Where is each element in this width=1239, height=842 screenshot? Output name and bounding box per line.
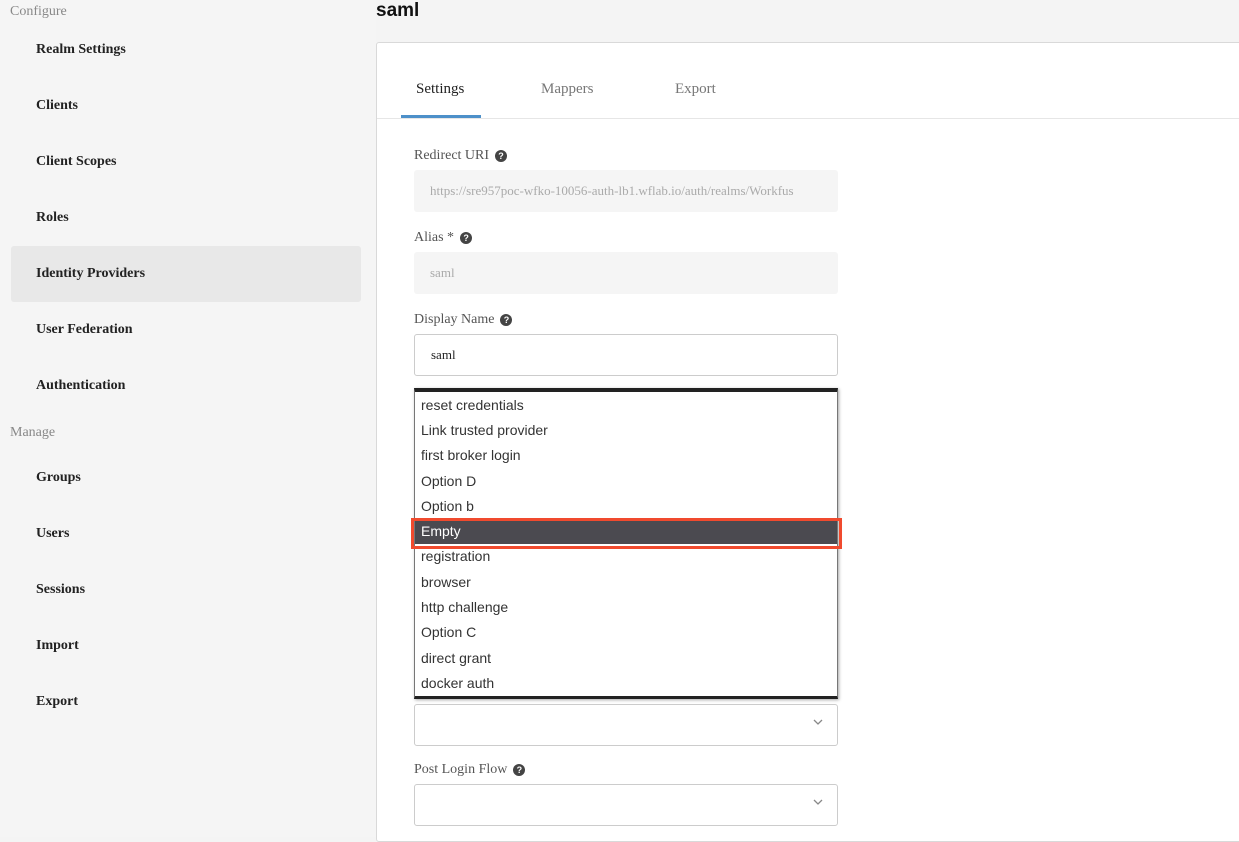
tab-bar: Settings Mappers Export: [377, 43, 1239, 119]
help-icon[interactable]: ?: [495, 150, 508, 162]
section-label-configure: Configure: [10, 4, 67, 19]
sidebar: Configure Realm Settings Clients Client …: [0, 0, 376, 837]
sidebar-item-identity-providers[interactable]: Identity Providers: [11, 246, 361, 302]
display-name-label: Display Name ?: [414, 312, 513, 328]
alias-label: Alias * ?: [414, 230, 473, 246]
sidebar-item-clients[interactable]: Clients: [11, 78, 361, 134]
redirect-uri-label: Redirect URI ?: [414, 148, 508, 164]
sidebar-item-roles[interactable]: Roles: [11, 190, 361, 246]
help-icon[interactable]: ?: [500, 314, 513, 326]
display-name-label-text: Display Name: [414, 312, 495, 327]
chevron-down-icon: [813, 799, 823, 805]
sidebar-item-user-federation[interactable]: User Federation: [11, 302, 361, 358]
post-login-flow-label: Post Login Flow ?: [414, 762, 526, 778]
tab-settings[interactable]: Settings: [416, 81, 464, 98]
help-icon[interactable]: ?: [513, 764, 526, 776]
sidebar-item-export[interactable]: Export: [11, 674, 361, 730]
page-title: saml: [376, 0, 420, 21]
dropdown-option[interactable]: browser: [415, 569, 837, 594]
sidebar-item-realm-settings[interactable]: Realm Settings: [11, 22, 361, 78]
sidebar-item-users[interactable]: Users: [11, 506, 361, 562]
tab-export[interactable]: Export: [675, 81, 716, 98]
redirect-uri-label-text: Redirect URI: [414, 148, 490, 163]
dropdown-option[interactable]: reset credentials: [415, 392, 837, 417]
sidebar-item-groups[interactable]: Groups: [11, 450, 361, 506]
post-login-flow-select[interactable]: [414, 784, 838, 826]
alias-label-text: Alias *: [414, 230, 455, 245]
dropdown-option[interactable]: docker auth: [415, 670, 837, 695]
active-tab-indicator: [401, 115, 481, 118]
dropdown-option[interactable]: Option C: [415, 620, 837, 645]
section-label-manage: Manage: [10, 425, 56, 440]
chevron-down-icon: [813, 719, 823, 725]
dropdown-option-highlighted[interactable]: Empty: [415, 518, 837, 544]
dropdown-option[interactable]: direct grant: [415, 645, 837, 670]
sidebar-item-client-scopes[interactable]: Client Scopes: [11, 134, 361, 190]
sidebar-item-authentication[interactable]: Authentication: [11, 358, 361, 414]
dropdown-option[interactable]: first broker login: [415, 443, 837, 468]
dropdown-option[interactable]: Option b: [415, 493, 837, 518]
tab-mappers[interactable]: Mappers: [541, 81, 594, 98]
alias-field: saml: [414, 252, 838, 294]
dropdown-option[interactable]: http challenge: [415, 594, 837, 619]
sidebar-item-import[interactable]: Import: [11, 618, 361, 674]
redirect-uri-field: https://sre957poc-wfko-10056-auth-lb1.wf…: [414, 170, 838, 212]
display-name-input[interactable]: saml: [414, 334, 838, 376]
flow-dropdown-list[interactable]: reset credentials Link trusted provider …: [414, 388, 838, 699]
dropdown-option[interactable]: registration: [415, 544, 837, 569]
dropdown-option[interactable]: Link trusted provider: [415, 417, 837, 442]
post-login-flow-label-text: Post Login Flow: [414, 762, 508, 777]
dropdown-option[interactable]: Option D: [415, 468, 837, 493]
sidebar-item-sessions[interactable]: Sessions: [11, 562, 361, 618]
first-login-flow-select[interactable]: [414, 704, 838, 746]
help-icon[interactable]: ?: [460, 232, 473, 244]
